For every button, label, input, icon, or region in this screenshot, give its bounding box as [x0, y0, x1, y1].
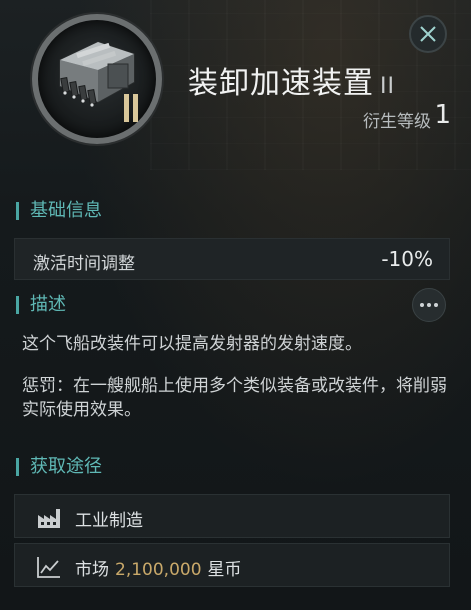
source-industry[interactable]: 工业制造 — [14, 494, 450, 538]
dot-icon — [434, 303, 438, 307]
section-sources: 获取途径 — [16, 456, 102, 478]
source-market[interactable]: 市场 2,100,000 星币 — [14, 543, 450, 587]
more-options-button[interactable] — [412, 288, 446, 322]
source-industry-label: 工业制造 — [75, 511, 143, 531]
close-button[interactable] — [409, 15, 447, 53]
description-penalty: 惩罚：在一艘舰船上使用多个类似装备或改装件，将削弱实际使用效果。 — [22, 376, 447, 420]
dot-icon — [420, 303, 424, 307]
attribute-label: 激活时间调整 — [33, 254, 135, 274]
item-tier: II — [380, 74, 395, 99]
item-info-panel: 装卸加速装置 II 衍生等级 1 基础信息 激活时间调整 -10% 描述 这个飞船… — [0, 0, 471, 610]
item-title: 装卸加速装置 II — [188, 58, 458, 102]
source-market-label: 市场 — [75, 560, 109, 580]
meta-level-label: 衍生等级 — [363, 112, 431, 132]
section-basic-info: 基础信息 — [16, 200, 102, 222]
factory-icon — [38, 509, 60, 528]
attribute-row: 激活时间调整 -10% — [14, 238, 450, 280]
dot-icon — [427, 303, 431, 307]
section-description: 描述 — [16, 294, 66, 316]
attribute-value: -10% — [381, 247, 433, 271]
launcher-module-icon — [59, 41, 138, 122]
module-icon — [32, 14, 162, 144]
meta-level-value: 1 — [434, 100, 451, 130]
close-icon — [420, 26, 436, 42]
source-market-text: 市场 2,100,000 星币 — [75, 555, 242, 580]
market-price: 2,100,000 — [115, 560, 202, 580]
market-currency: 星币 — [207, 560, 242, 580]
item-name: 装卸加速装置 — [188, 66, 374, 101]
description-text: 这个飞船改装件可以提高发射器的发射速度。 — [22, 334, 362, 354]
market-chart-icon — [37, 557, 60, 578]
